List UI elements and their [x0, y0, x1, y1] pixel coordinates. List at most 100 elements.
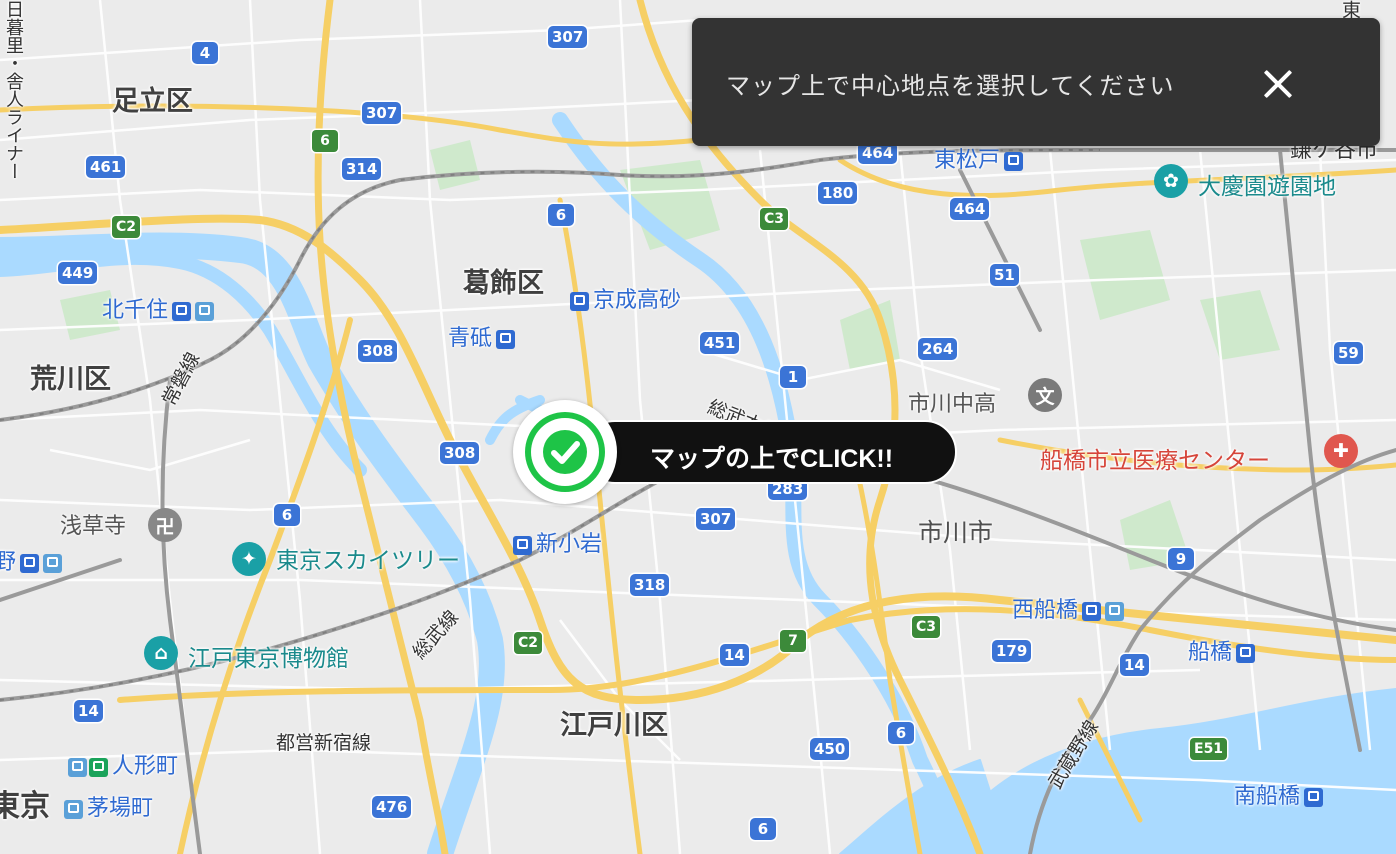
route-shield: 1 — [780, 366, 806, 388]
route-shield: 264 — [918, 338, 958, 360]
train-station-icon — [1236, 643, 1256, 663]
route-shield: 307 — [362, 102, 402, 124]
poi-label-ichikawa-school[interactable]: 市川中高 — [908, 394, 996, 416]
station-ningyocho[interactable]: 人形町 — [68, 756, 178, 778]
route-shield: 314 — [342, 158, 382, 180]
train-station-icon — [1082, 601, 1102, 621]
station-label: 北千住 — [102, 298, 169, 323]
route-shield: 307 — [548, 26, 588, 48]
train-station-icon — [1304, 787, 1324, 807]
route-shield: 9 — [1168, 548, 1194, 570]
station-nishi-funabashi[interactable]: 西船橋 — [1012, 598, 1125, 623]
train-station-icon — [20, 553, 40, 573]
route-shield: 14 — [1120, 654, 1149, 676]
city-label-ichikawa: 市川市 — [918, 518, 994, 547]
route-shield: 464 — [950, 198, 990, 220]
landmark-icon[interactable]: ✦ — [232, 542, 266, 576]
subway-icon — [43, 553, 63, 573]
poi-label-edo-museum[interactable]: 江戸東京博物館 — [188, 648, 349, 671]
poi-label-daikeien[interactable]: 大慶園遊園地 — [1198, 176, 1336, 199]
station-label: 新小岩 — [536, 532, 603, 557]
train-station-icon — [1004, 151, 1024, 171]
route-shield: 4 — [192, 42, 218, 64]
station-label: 野 — [0, 550, 17, 575]
route-shield: 450 — [810, 738, 850, 760]
expressway-shield: 7 — [780, 630, 806, 652]
close-icon[interactable] — [1258, 64, 1298, 104]
station-label: 船橋 — [1188, 640, 1233, 665]
station-label: 京成高砂 — [593, 288, 682, 313]
temple-icon[interactable]: 卍 — [148, 508, 182, 542]
station-ueno-edge[interactable]: 野 — [0, 550, 63, 575]
train-station-icon — [172, 301, 192, 321]
rail-label-toei-shinjuku: 都営新宿線 — [276, 732, 372, 754]
park-icon[interactable]: ✿ — [1154, 164, 1188, 198]
ward-label-arakawa: 荒川区 — [30, 364, 111, 395]
route-shield: 180 — [818, 182, 858, 204]
station-label: 南船橋 — [1234, 784, 1301, 809]
station-label: 西船橋 — [1012, 598, 1079, 623]
subway-icon — [64, 799, 83, 819]
station-label: 茅場町 — [87, 796, 154, 821]
poi-label-skytree[interactable]: 東京スカイツリー — [276, 550, 460, 573]
station-label: 東松戸 — [934, 148, 1001, 173]
subway-icon — [195, 301, 215, 321]
route-shield: 14 — [74, 700, 103, 722]
ward-label-katsushika: 葛飾区 — [463, 268, 544, 299]
train-station-icon — [496, 329, 516, 349]
station-kayabacho[interactable]: 茅場町 — [64, 798, 153, 820]
marker-label-pill[interactable]: マップの上でCLICK!! — [583, 420, 957, 484]
museum-icon[interactable]: ⌂ — [144, 636, 178, 670]
toast-message: マップ上で中心地点を選択してください — [726, 72, 1175, 100]
route-shield: 476 — [372, 796, 412, 818]
route-shield: 51 — [990, 264, 1019, 286]
ward-label-adachi: 足立区 — [112, 86, 193, 117]
subway-icon — [68, 757, 87, 777]
expressway-shield: 6 — [312, 130, 338, 152]
station-keisei-takasago[interactable]: 京成高砂 — [570, 290, 681, 312]
route-shield: 6 — [548, 204, 574, 226]
marker-core — [531, 418, 599, 486]
school-icon[interactable]: 文 — [1028, 378, 1062, 412]
route-shield: 308 — [440, 442, 480, 464]
expressway-shield: E51 — [1190, 738, 1228, 760]
expressway-shield: C2 — [514, 632, 543, 654]
expressway-shield: C2 — [112, 216, 141, 238]
station-label: 人形町 — [112, 754, 179, 779]
train-station-icon — [513, 535, 532, 555]
station-higashi-matsudo[interactable]: 東松戸 — [934, 148, 1024, 173]
marker-ring — [525, 412, 605, 492]
rail-label-nippori-toneri: 日暮里・舎人ライナー — [3, 0, 24, 180]
station-funabashi[interactable]: 船橋 — [1188, 640, 1256, 665]
route-shield: 307 — [696, 508, 736, 530]
subway-icon — [89, 757, 108, 777]
marker-badge[interactable] — [513, 400, 617, 504]
edge-label-tokyo: 東京 — [0, 789, 50, 824]
route-shield: 449 — [58, 262, 98, 284]
hospital-icon[interactable]: ✚ — [1324, 434, 1358, 468]
expressway-shield: C3 — [912, 616, 941, 638]
subway-icon — [1105, 601, 1125, 621]
route-shield: 6 — [274, 504, 300, 526]
station-minami-funabashi[interactable]: 南船橋 — [1234, 784, 1324, 809]
check-icon — [543, 430, 587, 474]
ward-label-edogawa: 江戸川区 — [560, 710, 668, 741]
poi-label-sensoji[interactable]: 浅草寺 — [60, 516, 126, 538]
station-kitasenju[interactable]: 北千住 — [102, 298, 215, 323]
edge-label-top-right: 東 — [1339, 0, 1361, 19]
route-shield: 14 — [720, 644, 749, 666]
route-shield: 59 — [1334, 342, 1363, 364]
route-shield: 179 — [992, 640, 1032, 662]
route-shield: 6 — [888, 722, 914, 744]
route-shield: 6 — [750, 818, 776, 840]
route-shield: 308 — [358, 340, 398, 362]
poi-label-funabashi-hospital[interactable]: 船橋市立医療センター — [1040, 450, 1270, 473]
route-shield: 461 — [86, 156, 126, 178]
station-aoto[interactable]: 青砥 — [448, 326, 516, 351]
marker-label: マップの上でCLICK!! — [650, 445, 894, 473]
route-shield: 451 — [700, 332, 740, 354]
expressway-shield: C3 — [760, 208, 789, 230]
station-shin-koiwa[interactable]: 新小岩 — [513, 534, 602, 556]
station-label: 青砥 — [448, 326, 493, 351]
instruction-toast: マップ上で中心地点を選択してください — [692, 18, 1380, 146]
